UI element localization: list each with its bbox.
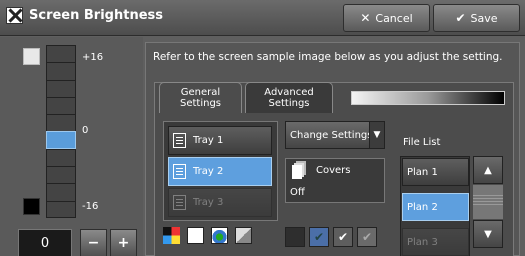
color-palette-icon [163, 227, 180, 244]
increase-button[interactable]: + [110, 229, 137, 256]
covers-label: Covers [316, 165, 351, 176]
x-icon: ✕ [360, 11, 371, 25]
change-settings-button: Change Settings ▼ [285, 121, 385, 149]
sample-screen: General Settings Advanced Settings Tray … [154, 82, 514, 256]
sample-panel: Refer to the screen sample image below a… [145, 42, 520, 256]
scale-step[interactable] [46, 45, 76, 63]
pages-icon [292, 165, 302, 179]
scrollbar-thumb [473, 195, 503, 207]
scale-step[interactable] [46, 96, 76, 115]
document-icon [187, 227, 204, 244]
color-sample-icons [163, 227, 252, 244]
tab-advanced-settings: Advanced Settings [245, 82, 333, 113]
scale-min-label: -16 [82, 201, 99, 212]
checkbox-samples: ✔ ✔ ✔ [285, 227, 377, 247]
tray-item-selected: Tray 2 [168, 157, 272, 186]
plan-item: Plan 3 [402, 228, 469, 256]
decrease-button[interactable]: − [80, 229, 107, 256]
tray-item: Tray 1 [168, 126, 272, 155]
checkbox-checked-white-icon: ✔ [333, 227, 353, 247]
checkbox-empty-icon [285, 227, 305, 247]
scale-step-selected[interactable] [46, 131, 76, 149]
title-area: Screen Brightness [6, 7, 163, 24]
tray-label: Tray 2 [193, 166, 224, 177]
brightness-scale[interactable] [46, 45, 76, 218]
brightness-panel: +16 0 -16 0 − + [0, 37, 143, 256]
dark-swatch [23, 198, 40, 215]
tab-general-settings: General Settings [159, 82, 242, 113]
mixed-image-icon [235, 227, 252, 244]
scale-step[interactable] [46, 79, 76, 97]
scroll-down-icon: ▼ [473, 220, 503, 248]
tray-label: Tray 1 [193, 135, 224, 146]
brightness-value-field[interactable]: 0 [18, 229, 72, 256]
photo-icon [211, 227, 228, 244]
tray-icon [173, 133, 186, 148]
tray-label: Tray 3 [193, 197, 224, 208]
scrollbar-track [473, 185, 503, 219]
tray-icon [173, 195, 186, 210]
save-label: Save [470, 11, 498, 25]
dropdown-arrow-icon: ▼ [369, 122, 384, 148]
scale-max-label: +16 [82, 52, 104, 63]
scale-step[interactable] [46, 114, 76, 132]
close-x-icon [6, 7, 23, 24]
checkbox-checked-disabled-icon: ✔ [357, 227, 377, 247]
change-settings-label: Change Settings [290, 129, 373, 141]
instruction-text: Refer to the screen sample image below a… [153, 51, 503, 63]
checkmark-icon: ✔ [455, 11, 466, 25]
cancel-label: Cancel [375, 11, 413, 25]
header-bar: Screen Brightness ✕ Cancel ✔ Save [0, 0, 525, 36]
tab-label: Advanced Settings [264, 87, 314, 109]
tray-item: Tray 3 [168, 188, 272, 217]
checkbox-checked-blue-icon: ✔ [309, 227, 329, 247]
cancel-button[interactable]: ✕ Cancel [343, 4, 430, 32]
scale-step[interactable] [46, 200, 76, 218]
scale-step[interactable] [46, 62, 76, 80]
tray-icon [173, 164, 186, 179]
covers-tile: Covers Off [285, 158, 385, 203]
bright-swatch [23, 48, 40, 65]
tab-label: General Settings [179, 87, 221, 109]
scale-step[interactable] [46, 183, 76, 201]
tray-list: Tray 1 Tray 2 Tray 3 [163, 121, 278, 221]
brightness-gradient-bar [351, 91, 505, 105]
file-list-label: File List [403, 137, 441, 148]
scale-step[interactable] [46, 148, 76, 167]
save-button[interactable]: ✔ Save [433, 4, 520, 32]
plan-list: Plan 1 Plan 2 Plan 3 [400, 156, 470, 256]
scale-step[interactable] [46, 166, 76, 184]
covers-value: Off [290, 187, 305, 198]
scale-mid-label: 0 [82, 125, 89, 136]
plan-item-selected: Plan 2 [402, 193, 469, 221]
page-title: Screen Brightness [29, 8, 163, 23]
plan-item: Plan 1 [402, 158, 469, 186]
scroll-up-icon: ▲ [473, 156, 503, 184]
